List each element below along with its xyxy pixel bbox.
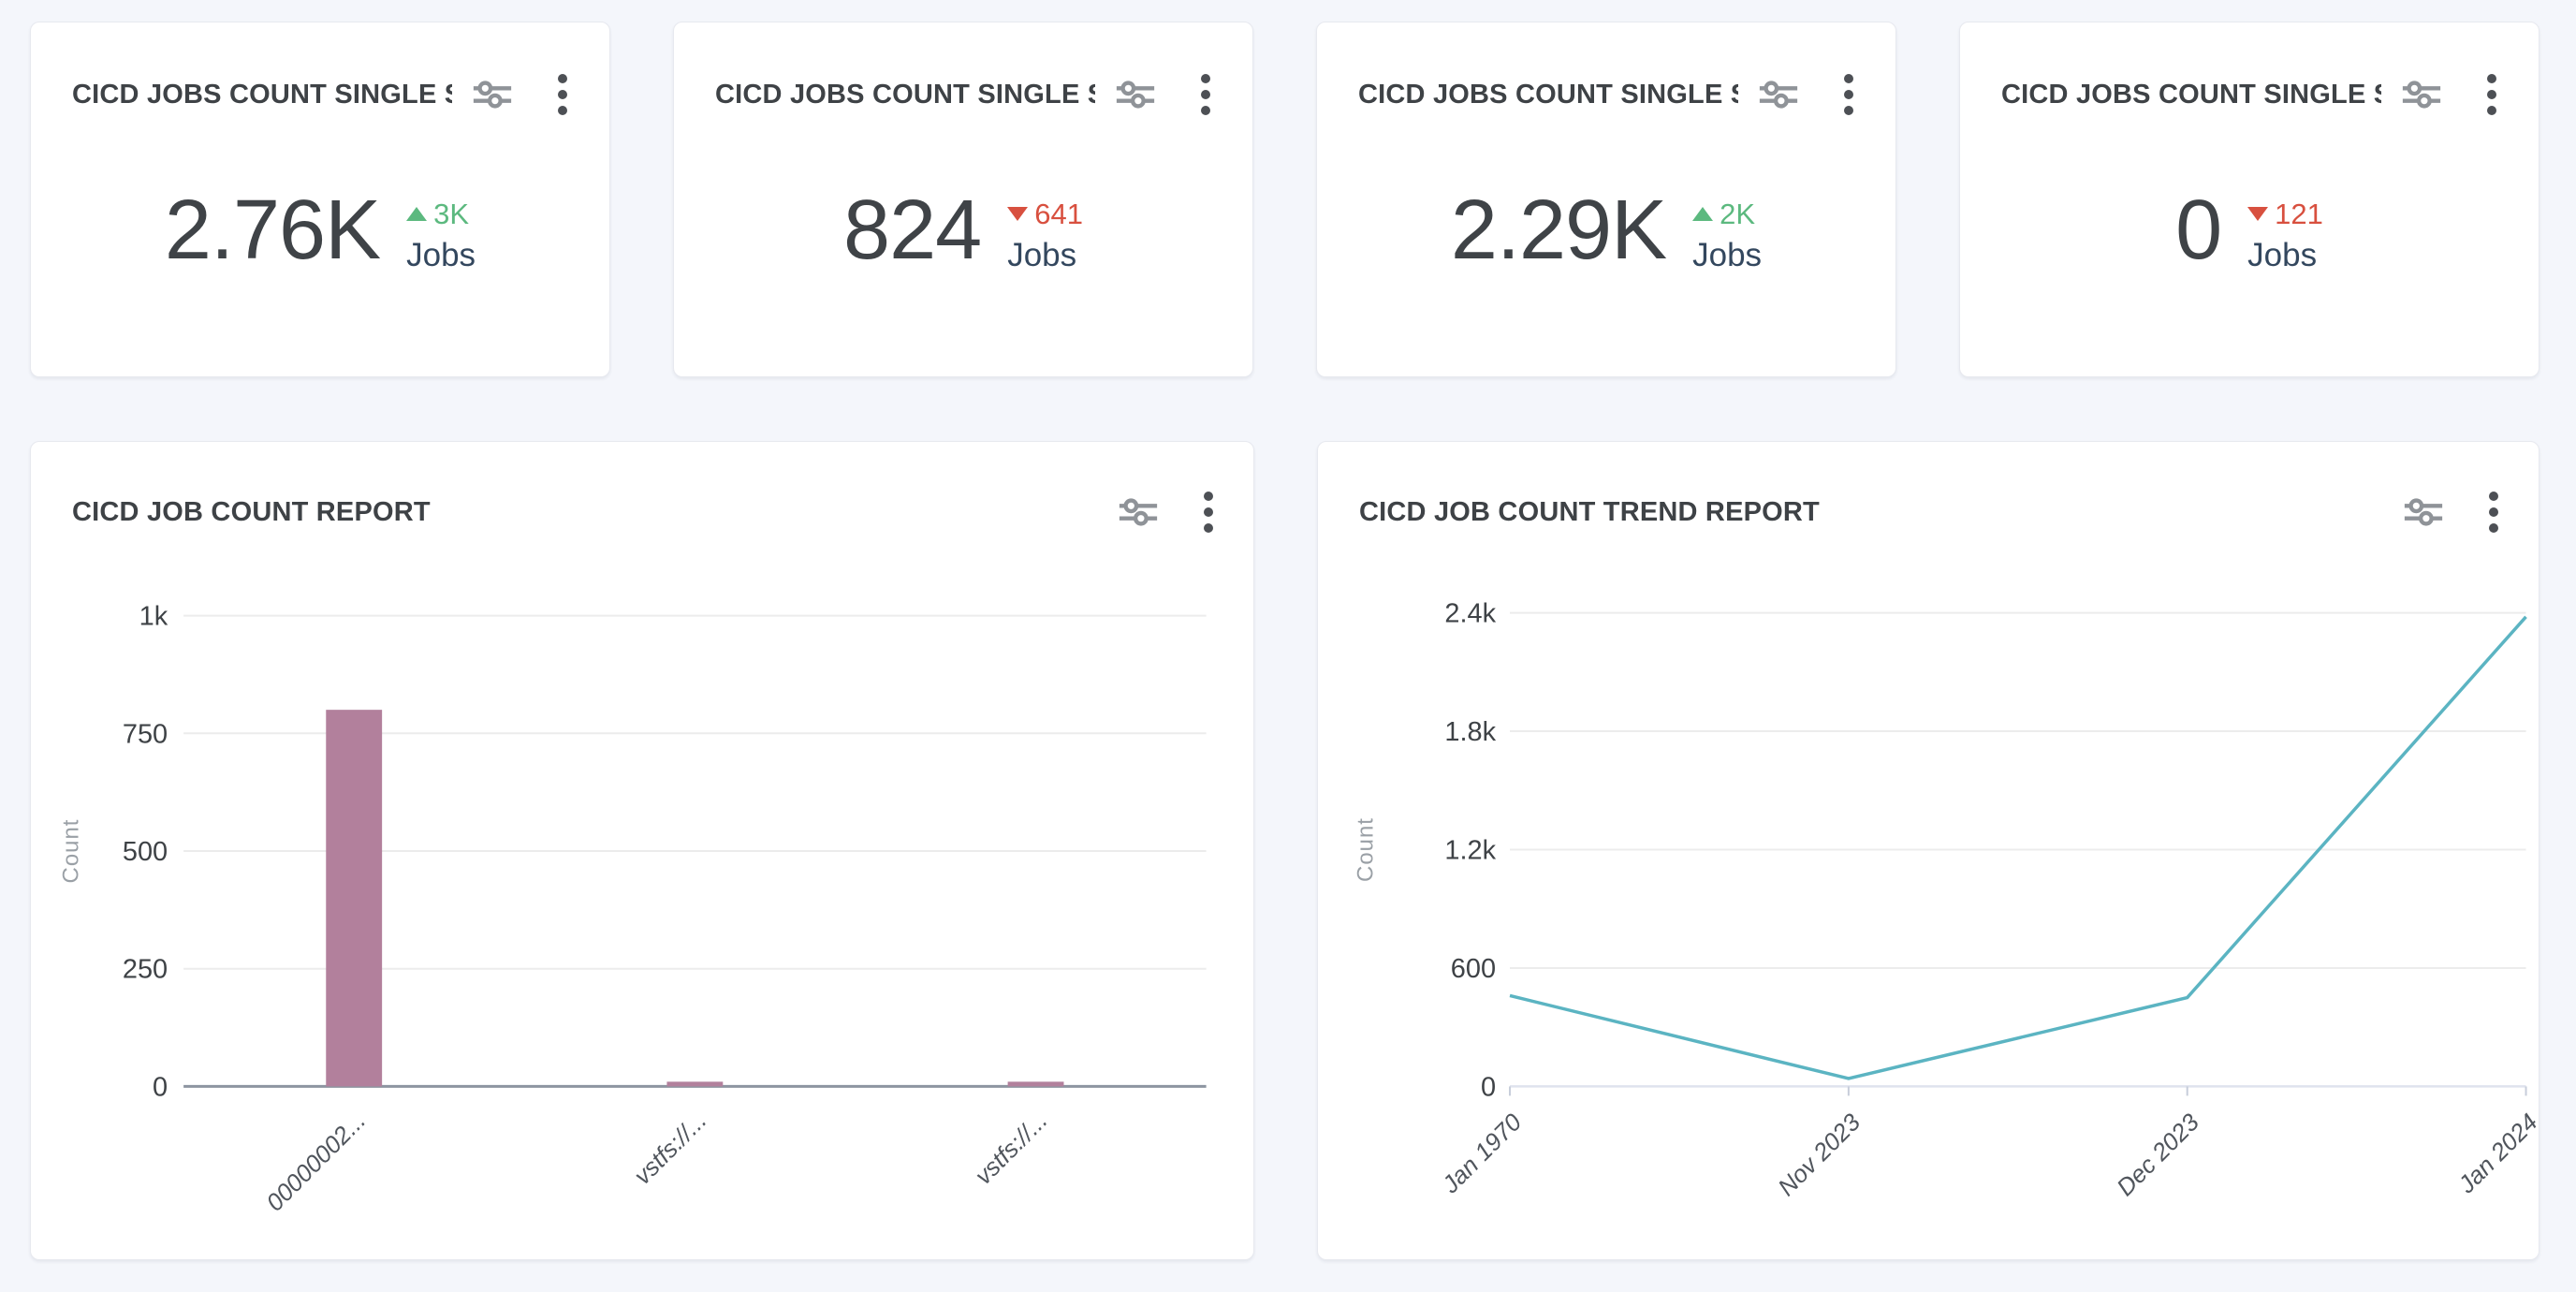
y-tick-label: 500	[123, 837, 168, 867]
kebab-menu-icon[interactable]	[557, 73, 568, 116]
delta-value: 121	[2275, 198, 2323, 231]
delta-arrow-icon	[406, 207, 427, 221]
y-axis-label: Count	[1353, 817, 1378, 882]
kpi-delta: 121	[2247, 198, 2323, 231]
y-tick-label: 600	[1451, 954, 1496, 984]
header-icons	[1114, 73, 1211, 116]
bar[interactable]	[326, 710, 382, 1086]
x-tick-label: Jan 1970	[1437, 1108, 1527, 1198]
tune-icon[interactable]	[1757, 79, 1800, 110]
x-tick-label: vstfs://...	[971, 1108, 1053, 1190]
delta-arrow-icon	[1007, 207, 1028, 221]
tune-icon[interactable]	[1114, 79, 1157, 110]
header-icons	[471, 73, 568, 116]
card-title: CICD JOBS COUNT SINGLE S...	[1358, 80, 1738, 110]
y-tick-label: 1.8k	[1444, 717, 1496, 747]
x-tick-label: 00000002...	[262, 1108, 372, 1217]
tune-icon[interactable]	[471, 79, 514, 110]
delta-arrow-icon	[1692, 207, 1713, 221]
card-title: CICD JOBS COUNT SINGLE S...	[72, 80, 452, 110]
kpi-card: CICD JOBS COUNT SINGLE S... 0	[1959, 22, 2539, 377]
y-tick-label: 250	[123, 955, 168, 985]
kpi-unit: Jobs	[1692, 237, 1762, 274]
kpi-card: CICD JOBS COUNT SINGLE S... 2.76K	[30, 22, 610, 377]
y-tick-label: 0	[1481, 1072, 1496, 1102]
line-chart-plot[interactable]: 0 600 1.2k 1.8k 2.4k Count Jan 1970 Nov 2023 Dec…	[1318, 442, 2539, 1259]
bar[interactable]	[666, 1081, 723, 1086]
kpi-body: 2.29K 2K Jobs	[1317, 121, 1895, 339]
kpi-row: CICD JOBS COUNT SINGLE S... 2.76K	[30, 22, 2546, 377]
kebab-menu-icon[interactable]	[2486, 73, 2497, 116]
delta-value: 3K	[433, 198, 469, 231]
x-tick-label: Dec 2023	[2113, 1108, 2205, 1201]
header-icons	[2400, 73, 2497, 116]
y-tick-label: 1k	[139, 602, 168, 632]
kpi-body: 2.76K 3K Jobs	[31, 121, 609, 339]
bar-chart-plot[interactable]: 0 250 500 750 1k Count 00000002... vstfs://... v…	[31, 442, 1253, 1259]
kpi-unit: Jobs	[406, 237, 476, 274]
y-tick-label: 0	[153, 1072, 168, 1102]
trend-line[interactable]	[1510, 617, 2526, 1079]
y-tick-label: 1.2k	[1444, 835, 1496, 865]
kpi-unit: Jobs	[1007, 237, 1076, 274]
header-icons	[1757, 73, 1854, 116]
x-tick-label: Nov 2023	[1774, 1108, 1866, 1201]
kpi-unit: Jobs	[2247, 237, 2317, 274]
y-axis-label: Count	[58, 819, 83, 884]
y-tick-label: 750	[123, 719, 168, 749]
card-header: CICD JOBS COUNT SINGLE S...	[1960, 22, 2539, 116]
kpi-delta: 641	[1007, 198, 1083, 231]
x-tick-label: vstfs://...	[630, 1108, 712, 1190]
delta-arrow-icon	[2247, 207, 2268, 221]
kebab-menu-icon[interactable]	[1843, 73, 1854, 116]
kpi-value: 2.76K	[165, 188, 380, 272]
card-header: CICD JOBS COUNT SINGLE S...	[674, 22, 1252, 116]
kpi-body: 824 641 Jobs	[674, 121, 1252, 339]
x-tick-label: Jan 2024	[2453, 1109, 2539, 1199]
card-header: CICD JOBS COUNT SINGLE S...	[31, 22, 609, 116]
dashboard: CICD JOBS COUNT SINGLE S... 2.76K	[0, 0, 2576, 1260]
y-tick-label: 2.4k	[1444, 599, 1496, 629]
kpi-delta: 3K	[406, 198, 469, 231]
tune-icon[interactable]	[2400, 79, 2443, 110]
card-title: CICD JOBS COUNT SINGLE S...	[715, 80, 1095, 110]
kpi-card: CICD JOBS COUNT SINGLE S... 824	[673, 22, 1253, 377]
kpi-body: 0 121 Jobs	[1960, 121, 2539, 339]
line-chart-panel: 0 600 1.2k 1.8k 2.4k Count Jan 1970 Nov 2023 Dec…	[1317, 441, 2539, 1260]
delta-value: 641	[1034, 198, 1083, 231]
bar-chart-panel: 0 250 500 750 1k Count 00000002... vstfs://... v…	[30, 441, 1254, 1260]
kebab-menu-icon[interactable]	[1200, 73, 1211, 116]
card-header: CICD JOBS COUNT SINGLE S...	[1317, 22, 1895, 116]
kpi-value: 824	[843, 188, 981, 272]
chart-row: 0 250 500 750 1k Count 00000002... vstfs://... v…	[30, 441, 2546, 1260]
kpi-delta: 2K	[1692, 198, 1755, 231]
kpi-value: 2.29K	[1451, 188, 1666, 272]
card-title: CICD JOBS COUNT SINGLE S...	[2001, 80, 2381, 110]
bar[interactable]	[1008, 1081, 1064, 1086]
kpi-value: 0	[2175, 188, 2221, 272]
kpi-card: CICD JOBS COUNT SINGLE S... 2.29K	[1316, 22, 1896, 377]
delta-value: 2K	[1720, 198, 1755, 231]
